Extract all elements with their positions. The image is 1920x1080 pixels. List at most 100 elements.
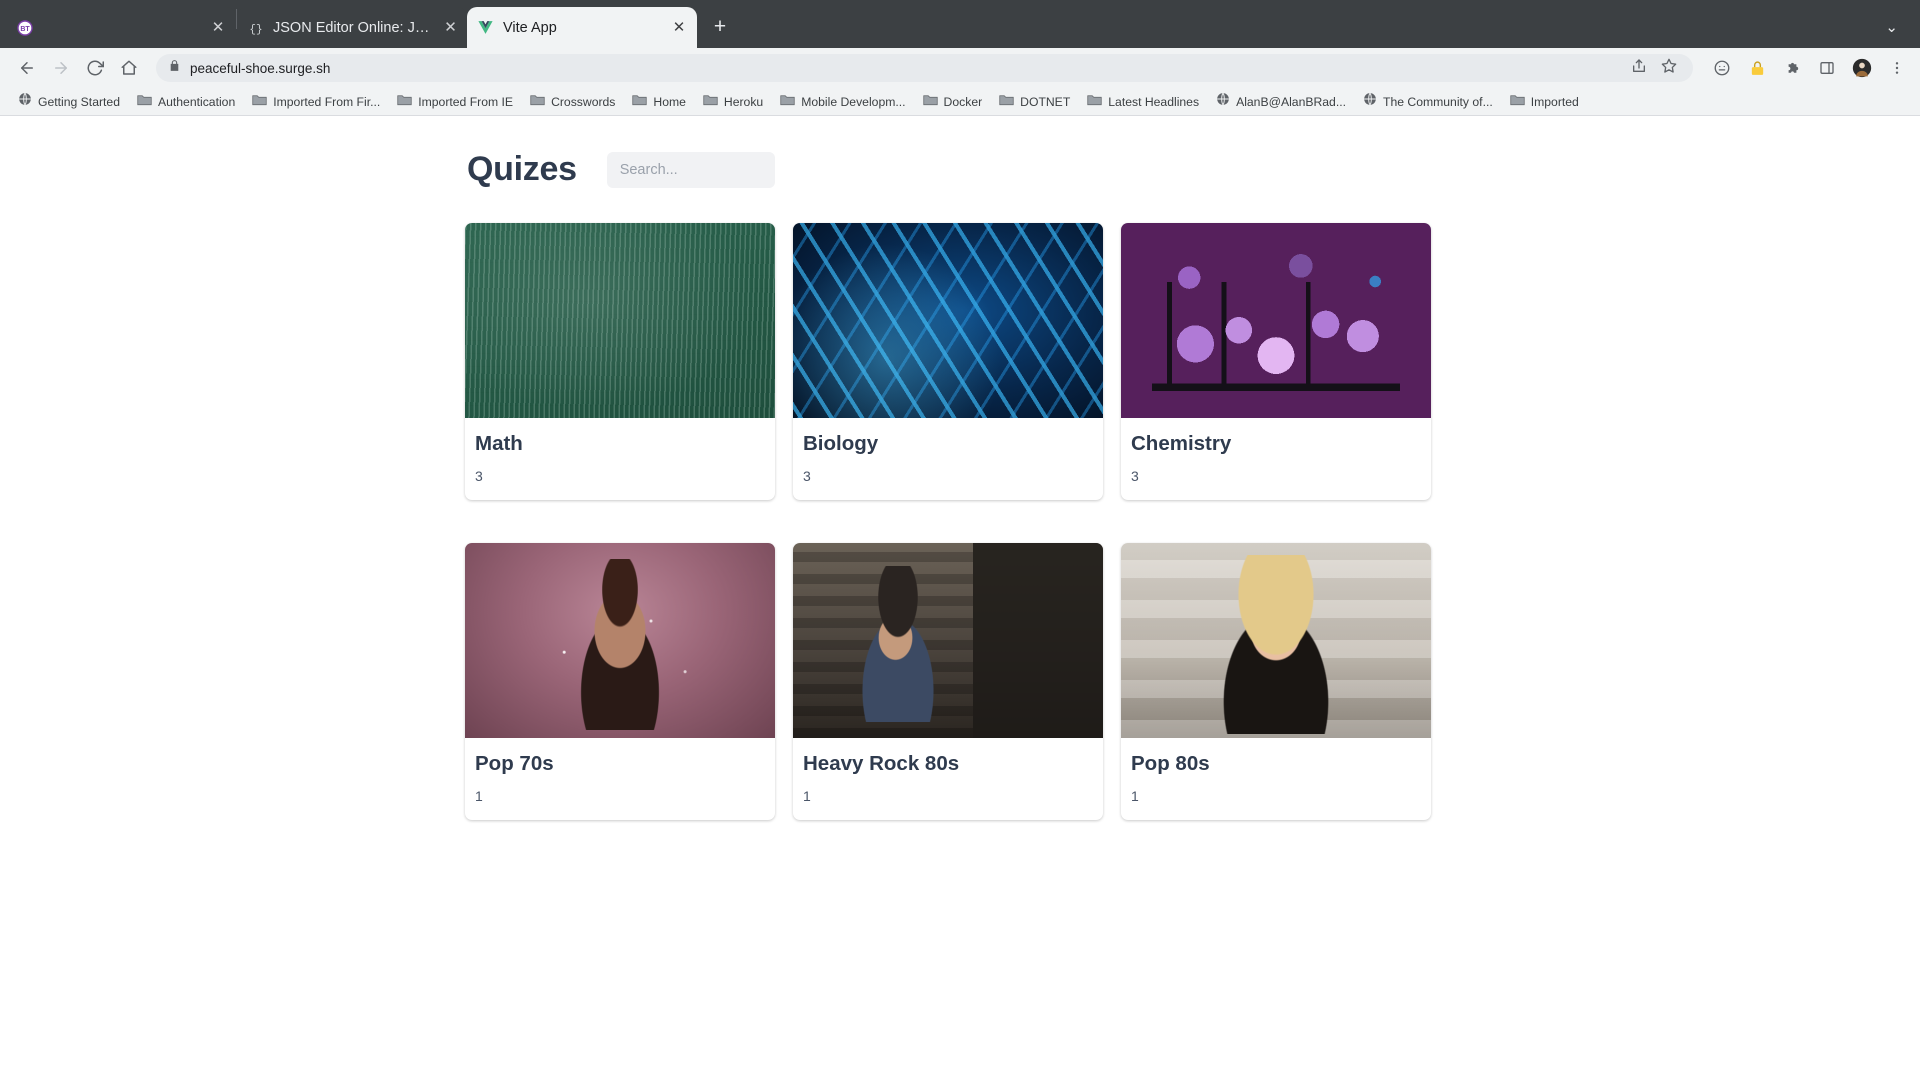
- quiz-card-image: [793, 543, 1103, 738]
- side-panel-icon[interactable]: [1816, 57, 1838, 79]
- quiz-card-title: Heavy Rock 80s: [803, 752, 960, 775]
- browser-tab-json-editor[interactable]: {} JSON Editor Online: JSON edit ✕: [237, 7, 467, 48]
- globe-icon: [1216, 92, 1230, 111]
- search-input[interactable]: [606, 151, 775, 188]
- bookmark-item[interactable]: DOTNET: [991, 90, 1078, 114]
- bookmark-item[interactable]: Docker: [915, 90, 991, 114]
- bookmark-label: Imported From Fir...: [273, 94, 381, 109]
- address-bar[interactable]: peaceful-shoe.surge.sh: [156, 54, 1693, 82]
- quiz-card-body: Heavy Rock 80s 1: [793, 738, 1103, 820]
- bookmark-item[interactable]: Authentication: [129, 90, 243, 114]
- page-viewport: Quizes Math 3 Biology: [0, 116, 1920, 1080]
- quiz-card-title: Biology: [803, 432, 879, 455]
- bookmark-item[interactable]: AlanB@AlanBRad...: [1208, 89, 1354, 114]
- bookmark-label: Getting Started: [38, 94, 120, 109]
- globe-icon: [18, 92, 32, 111]
- three-dot-menu-icon[interactable]: [1886, 57, 1908, 79]
- quiz-card-count: 1: [475, 788, 483, 804]
- quiz-card-count: 3: [1131, 468, 1139, 484]
- quiz-card-title: Pop 70s: [475, 752, 554, 775]
- quiz-card-image: [465, 223, 775, 418]
- bookmark-label: Imported: [1530, 94, 1579, 109]
- bookmark-label: Home: [653, 94, 686, 109]
- bookmark-label: Imported From IE: [418, 94, 514, 109]
- folder-icon: [252, 93, 267, 111]
- browser-tab-redacted[interactable]: BT ✕: [6, 7, 236, 48]
- bookmark-label: Docker: [943, 94, 983, 109]
- quiz-card-image: [793, 223, 1103, 418]
- quiz-card-title: Chemistry: [1131, 432, 1232, 455]
- bookmark-item[interactable]: Home: [624, 90, 694, 114]
- quiz-card-biology[interactable]: Biology 3: [793, 223, 1103, 500]
- new-tab-button[interactable]: +: [707, 15, 733, 39]
- quiz-card-body: Math 3: [465, 418, 775, 500]
- forward-button[interactable]: [46, 53, 76, 83]
- bookmark-label: Authentication: [157, 94, 236, 109]
- extensions-puzzle-icon[interactable]: [1781, 57, 1803, 79]
- bookmarks-bar: Getting Started Authentication Imported …: [0, 88, 1920, 116]
- quiz-card-chemistry[interactable]: Chemistry 3: [1121, 223, 1431, 500]
- folder-icon: [780, 93, 795, 111]
- quiz-card-body: Pop 80s 1: [1121, 738, 1431, 820]
- bookmark-item[interactable]: Imported From IE: [389, 90, 521, 114]
- bookmark-item[interactable]: Getting Started: [10, 89, 128, 114]
- toolbar-icons: [1705, 57, 1908, 79]
- bookmark-label: DOTNET: [1020, 94, 1071, 109]
- quiz-card-image: [1121, 223, 1431, 418]
- tab-strip: BT ✕ {} JSON Editor Online: JSON edit ✕ …: [0, 0, 1920, 48]
- tab-close-icon[interactable]: ✕: [210, 20, 226, 35]
- bookmark-item[interactable]: Imported From Fir...: [244, 90, 388, 114]
- folder-icon: [632, 93, 648, 111]
- folder-icon: [397, 93, 412, 111]
- bookmark-item[interactable]: Crosswords: [522, 90, 623, 114]
- quiz-card-count: 1: [803, 788, 811, 804]
- quiz-card-count: 3: [803, 468, 811, 484]
- bookmark-item[interactable]: Heroku: [695, 90, 771, 114]
- quiz-card-pop-70s[interactable]: Pop 70s 1: [465, 543, 775, 820]
- bookmark-label: Crosswords: [551, 94, 616, 109]
- page-header: Quizes: [465, 150, 1455, 189]
- folder-icon: [999, 93, 1014, 111]
- quiz-card-count: 1: [1131, 788, 1139, 804]
- password-lock-icon[interactable]: [1746, 57, 1768, 79]
- bookmark-label: Mobile Developm...: [801, 94, 906, 109]
- json-braces-icon: {}: [247, 19, 264, 36]
- tab-close-icon[interactable]: ✕: [671, 20, 687, 35]
- browser-tab-vite-app[interactable]: Vite App ✕: [467, 7, 697, 48]
- tab-close-icon[interactable]: ✕: [444, 20, 457, 35]
- bookmark-label: Heroku: [723, 94, 764, 109]
- quiz-card-heavy-rock-80s[interactable]: Heavy Rock 80s 1: [793, 543, 1103, 820]
- bookmark-item[interactable]: Imported: [1502, 90, 1587, 114]
- back-button[interactable]: [12, 53, 42, 83]
- star-icon[interactable]: [1661, 58, 1677, 79]
- avatar-icon[interactable]: [1851, 57, 1873, 79]
- lock-icon: [168, 59, 181, 77]
- quiz-card-image: [1121, 543, 1431, 738]
- folder-icon: [137, 93, 152, 111]
- svg-text:BT: BT: [20, 26, 30, 33]
- window-minimize-button[interactable]: ⌄: [1877, 18, 1906, 36]
- omnibox-actions: [1631, 58, 1681, 79]
- folder-icon: [703, 93, 718, 111]
- quiz-card-math[interactable]: Math 3: [465, 223, 775, 500]
- quiz-card-pop-80s[interactable]: Pop 80s 1: [1121, 543, 1431, 820]
- browser-tab-title: JSON Editor Online: JSON edit: [273, 19, 436, 36]
- quiz-card-body: Chemistry 3: [1121, 418, 1431, 500]
- bt-circle-icon: BT: [16, 19, 33, 36]
- reload-button[interactable]: [80, 53, 110, 83]
- bookmark-item[interactable]: Latest Headlines: [1079, 90, 1207, 114]
- home-button[interactable]: [114, 53, 144, 83]
- window-controls: ⌄: [1877, 18, 1920, 48]
- bookmark-item[interactable]: Mobile Developm...: [772, 90, 913, 114]
- browser-window: BT ✕ {} JSON Editor Online: JSON edit ✕ …: [0, 0, 1920, 1080]
- quiz-card-body: Pop 70s 1: [465, 738, 775, 820]
- bookmark-item[interactable]: The Community of...: [1355, 89, 1501, 114]
- profile-circle-icon[interactable]: [1711, 57, 1733, 79]
- browser-tab-title: Vite App: [503, 19, 557, 36]
- share-icon[interactable]: [1631, 58, 1647, 79]
- page-title: Quizes: [467, 150, 577, 188]
- address-bar-url: peaceful-shoe.surge.sh: [190, 60, 331, 76]
- vue-logo-icon: [477, 19, 494, 36]
- page-container: Quizes Math 3 Biology: [465, 150, 1455, 820]
- folder-icon: [530, 93, 545, 111]
